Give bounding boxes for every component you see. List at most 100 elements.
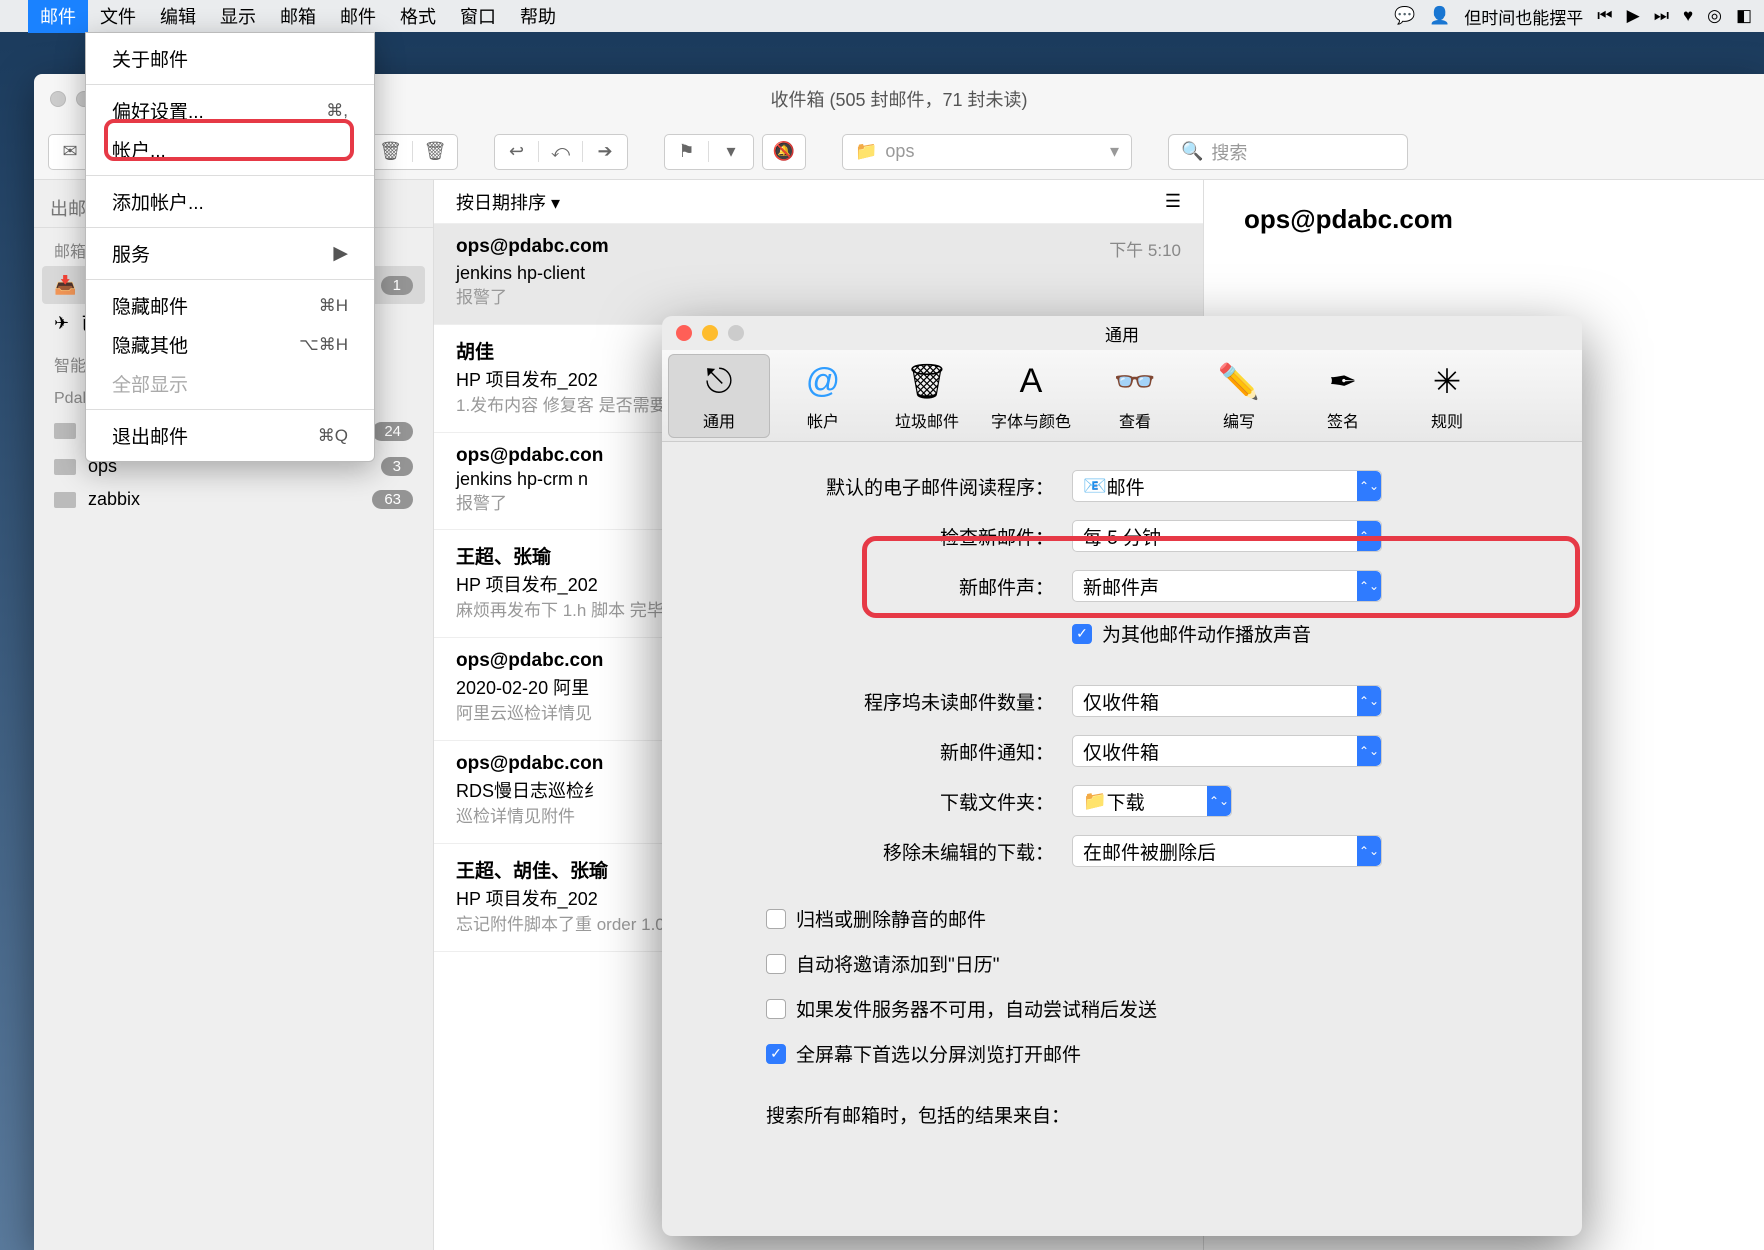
- contrast-icon[interactable]: ◧: [1736, 6, 1752, 26]
- search-input[interactable]: 🔍搜索: [1168, 134, 1408, 170]
- target-icon[interactable]: ◎: [1707, 6, 1722, 26]
- tab-general[interactable]: ⎋通用: [668, 354, 770, 438]
- label-dock-unread: 程序坞未读邮件数量：: [702, 688, 1072, 715]
- next-track-icon[interactable]: ⏭: [1654, 6, 1669, 26]
- prefs-tabs: ⎋通用 @帐户 🗑垃圾邮件 A字体与颜色 👓查看 ✏️编写 ✒签名 ✳规则: [662, 350, 1582, 442]
- msg-date: 下午 5:10: [1109, 236, 1181, 261]
- msg-subject: jenkins hp-client: [456, 263, 1181, 284]
- trash-icon: 🗑: [905, 360, 949, 404]
- label-check-mail: 检查新邮件：: [702, 523, 1072, 550]
- dock-unread-select[interactable]: 仅收件箱⌃⌄: [1072, 685, 1382, 717]
- menu-file[interactable]: 文件: [88, 0, 148, 33]
- menu-format[interactable]: 格式: [388, 0, 448, 33]
- menu-hide-mail[interactable]: 隐藏邮件⌘H: [86, 286, 374, 325]
- notif-select[interactable]: 仅收件箱⌃⌄: [1072, 735, 1382, 767]
- menu-window[interactable]: 窗口: [448, 0, 508, 33]
- menu-add-account[interactable]: 添加帐户...: [86, 182, 374, 221]
- reader-from: ops@pdabc.com: [1244, 204, 1724, 235]
- prefs-title: 通用: [1105, 321, 1139, 346]
- menubar: 邮件 文件 编辑 显示 邮箱 邮件 格式 窗口 帮助 💬 👤 但时间也能摆平 ⏮…: [0, 0, 1764, 32]
- mail-menu-dropdown: 关于邮件 偏好设置...⌘, 帐户... 添加帐户... 服务▶ 隐藏邮件⌘H …: [85, 32, 375, 462]
- sidebar-folder[interactable]: zabbix63: [34, 483, 433, 516]
- prev-track-icon[interactable]: ⏮: [1597, 6, 1612, 26]
- move-to-select[interactable]: 📁ops▾: [842, 134, 1132, 170]
- archive-mute-checkbox[interactable]: [766, 909, 786, 929]
- reply-all-icon[interactable]: ⤺: [539, 141, 583, 162]
- label-download: 下载文件夹：: [702, 788, 1072, 815]
- sort-header[interactable]: 按日期排序 ▾☰: [434, 180, 1203, 224]
- reply-icon[interactable]: ↩: [495, 141, 539, 162]
- flag-group[interactable]: ⚑▾: [664, 134, 754, 170]
- user-icon[interactable]: 👤: [1429, 6, 1450, 26]
- msg-from: 王超、张瑜: [456, 542, 551, 569]
- auto-cal-checkbox[interactable]: [766, 954, 786, 974]
- msg-from: ops@pdabc.com: [456, 236, 609, 261]
- check-mail-select[interactable]: 每 5 分钟⌃⌄: [1072, 520, 1382, 552]
- delete-icon[interactable]: 🗑: [369, 141, 413, 162]
- menu-services[interactable]: 服务▶: [86, 234, 374, 273]
- play-icon[interactable]: ▶: [1627, 6, 1640, 26]
- heart-icon[interactable]: ♥: [1683, 6, 1693, 26]
- menu-show-all: 全部显示: [86, 364, 374, 403]
- window-title: 收件箱 (505 封邮件，71 封未读): [770, 86, 1027, 112]
- fullscreen-label: 全屏幕下首选以分屏浏览打开邮件: [796, 1040, 1081, 1067]
- fullscreen-checkbox[interactable]: ✓: [766, 1044, 786, 1064]
- menu-message[interactable]: 邮件: [328, 0, 388, 33]
- junk-icon[interactable]: 🗑: [413, 141, 457, 162]
- folder-icon: [54, 492, 76, 508]
- search-icon: 🔍: [1181, 141, 1203, 162]
- menu-edit[interactable]: 编辑: [148, 0, 208, 33]
- tab-accounts[interactable]: @帐户: [772, 354, 874, 438]
- download-select[interactable]: 📁 下载⌃⌄: [1072, 785, 1232, 817]
- other-sound-label: 为其他邮件动作播放声音: [1102, 620, 1311, 647]
- search-includes-label: 搜索所有邮箱时，包括的结果来自：: [766, 1101, 1070, 1128]
- auto-cal-label: 自动将邀请添加到"日历": [796, 950, 1000, 977]
- sound-select[interactable]: 新邮件声⌃⌄: [1072, 570, 1382, 602]
- fonts-icon: A: [1009, 360, 1053, 404]
- label-sound: 新邮件声：: [702, 573, 1072, 600]
- tab-junk[interactable]: 🗑垃圾邮件: [876, 354, 978, 438]
- remove-dl-select[interactable]: 在邮件被删除后⌃⌄: [1072, 835, 1382, 867]
- menu-accounts[interactable]: 帐户...: [86, 130, 374, 169]
- mute-button[interactable]: 🔕: [762, 134, 806, 170]
- status-text: 但时间也能摆平: [1464, 4, 1583, 29]
- menu-about-mail[interactable]: 关于邮件: [86, 39, 374, 78]
- tab-composing[interactable]: ✏️编写: [1188, 354, 1290, 438]
- menu-help[interactable]: 帮助: [508, 0, 568, 33]
- tab-fonts[interactable]: A字体与颜色: [980, 354, 1082, 438]
- forward-icon[interactable]: ➔: [583, 141, 627, 162]
- preferences-window: 通用 ⎋通用 @帐户 🗑垃圾邮件 A字体与颜色 👓查看 ✏️编写 ✒签名 ✳规则…: [662, 316, 1582, 1236]
- flag-icon[interactable]: ⚑: [665, 141, 709, 162]
- msg-from: 胡佳: [456, 337, 494, 364]
- message-item[interactable]: ops@pdabc.com 下午 5:10jenkins hp-client报警了: [434, 224, 1203, 325]
- archive-mute-label: 归档或删除静音的邮件: [796, 905, 986, 932]
- smtp-retry-checkbox[interactable]: [766, 999, 786, 1019]
- wechat-icon[interactable]: 💬: [1394, 6, 1415, 26]
- tab-signatures[interactable]: ✒签名: [1292, 354, 1394, 438]
- signature-icon: ✒: [1321, 360, 1365, 404]
- label-notif: 新邮件通知：: [702, 738, 1072, 765]
- list-menu-icon[interactable]: ☰: [1165, 191, 1181, 212]
- menu-quit-mail[interactable]: 退出邮件⌘Q: [86, 416, 374, 455]
- prefs-titlebar: 通用: [662, 316, 1582, 350]
- tab-viewing[interactable]: 👓查看: [1084, 354, 1186, 438]
- folder-icon: [54, 423, 76, 439]
- label-default-reader: 默认的电子邮件阅读程序：: [702, 473, 1072, 500]
- delete-junk-group[interactable]: 🗑🗑: [368, 134, 458, 170]
- msg-from: ops@pdabc.con: [456, 753, 603, 775]
- reply-group[interactable]: ↩⤺➔: [494, 134, 628, 170]
- menu-view[interactable]: 显示: [208, 0, 268, 33]
- menu-hide-others[interactable]: 隐藏其他⌥⌘H: [86, 325, 374, 364]
- menu-mailbox[interactable]: 邮箱: [268, 0, 328, 33]
- other-sound-checkbox[interactable]: ✓: [1072, 624, 1092, 644]
- menu-mail[interactable]: 邮件: [28, 0, 88, 33]
- msg-preview: 报警了: [456, 286, 1181, 310]
- default-reader-select[interactable]: 📧 邮件⌃⌄: [1072, 470, 1382, 502]
- tab-rules[interactable]: ✳规则: [1396, 354, 1498, 438]
- at-icon: @: [801, 360, 845, 404]
- menu-preferences[interactable]: 偏好设置...⌘,: [86, 91, 374, 130]
- chevron-down-icon[interactable]: ▾: [709, 141, 753, 162]
- sent-icon: ✈: [54, 313, 69, 334]
- msg-from: 王超、胡佳、张瑜: [456, 856, 608, 883]
- prefs-window-controls[interactable]: [676, 325, 744, 341]
